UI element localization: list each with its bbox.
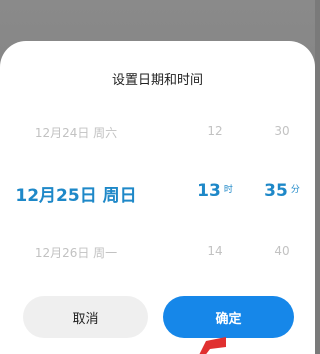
date-option-selected[interactable]: 12月25日 周日 [0, 181, 152, 206]
date-time-picker[interactable]: 12月24日 周六 12月25日 周日 12月26日 周一 12 13 时 14 … [0, 107, 315, 277]
hour-option-prev[interactable]: 12 [187, 124, 243, 138]
minute-selected-value: 35 [264, 181, 288, 201]
minute-unit: 分 [290, 185, 300, 195]
minute-option-prev[interactable]: 30 [254, 124, 310, 138]
confirm-button[interactable]: 确定 [163, 296, 294, 338]
hour-option-next[interactable]: 14 [187, 244, 243, 258]
date-option-next[interactable]: 12月26日 周一 [0, 244, 152, 261]
cancel-button[interactable]: 取消 [23, 296, 148, 338]
hour-selected-value: 13 [197, 181, 221, 201]
minute-option-selected[interactable]: 35 分 [254, 181, 310, 201]
hour-unit: 时 [223, 185, 233, 195]
date-option-prev[interactable]: 12月24日 周六 [0, 124, 152, 141]
dialog-title: 设置日期和时间 [111, 73, 203, 88]
hour-option-selected[interactable]: 13 时 [187, 181, 243, 201]
annotation-arrow-icon [199, 337, 226, 354]
minute-option-next[interactable]: 40 [254, 244, 310, 258]
date-time-dialog: 设置日期和时间 12月24日 周六 12月25日 周日 12月26日 周一 12… [0, 41, 315, 354]
